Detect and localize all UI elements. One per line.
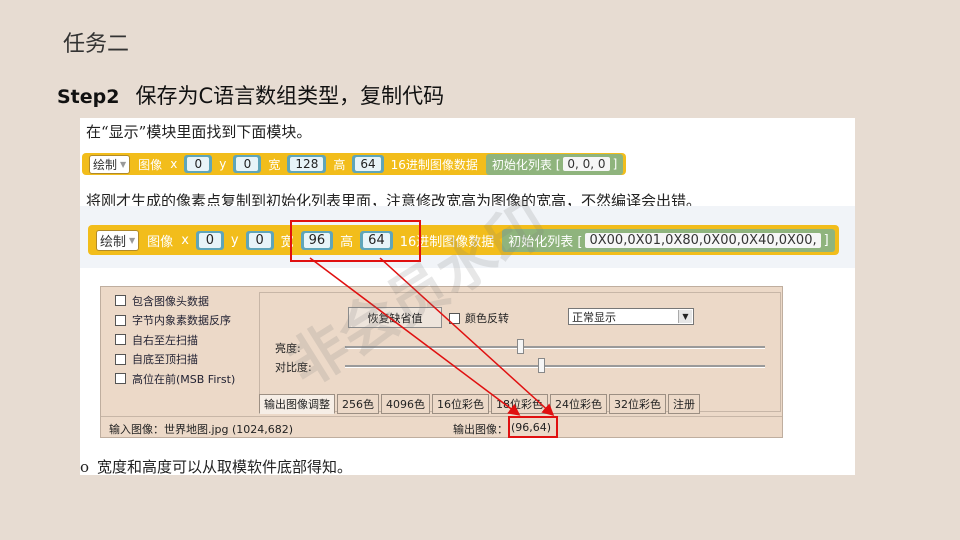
document-screenshot: 在“显示”模块里面找到下面模块。 绘制 ▼ 图像 x 0 y 0 宽 128 高 … — [80, 118, 855, 475]
doc-line-3: o 宽度和高度可以从取模软件底部得知。 — [80, 458, 353, 475]
step-text: 保存为C语言数组类型，复制代码 — [135, 84, 445, 108]
bullet: o — [80, 458, 90, 475]
step-number: Step2 — [57, 86, 120, 108]
step-heading: Step2 保存为C语言数组类型，复制代码 — [57, 80, 444, 110]
slide-title: 任务二 — [63, 32, 130, 57]
